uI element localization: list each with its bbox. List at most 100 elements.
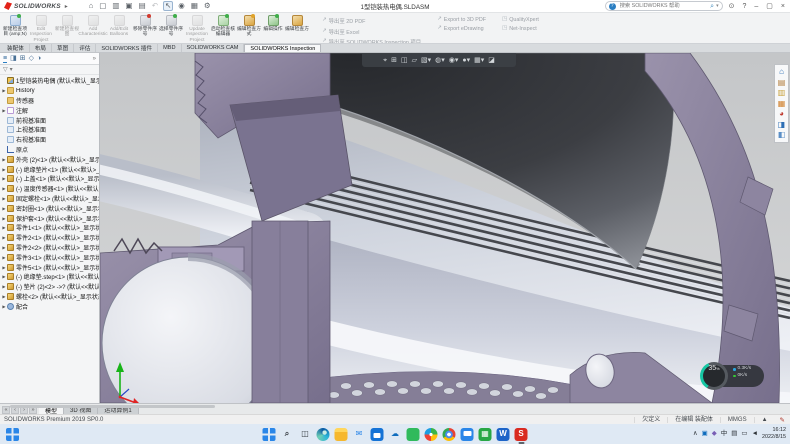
dimxpertmanager-tab[interactable]: ◇: [29, 55, 34, 63]
edit-appearance-icon[interactable]: ●▾: [462, 57, 470, 64]
launch-inspection-editor-button[interactable]: 启动检查核编辑器: [210, 15, 236, 43]
zoom-fit-icon[interactable]: ⌖: [383, 57, 387, 64]
tree-item[interactable]: ▶ 螺栓<2> (默认<<默认>_显示状态: [1, 292, 99, 302]
update-inspection-project-button[interactable]: Update Inspection Project: [184, 15, 210, 43]
forum-icon[interactable]: ◧: [778, 131, 786, 139]
select-balloons-button[interactable]: 选择零件序号: [158, 15, 184, 43]
widgets-button[interactable]: [6, 428, 19, 441]
tree-item[interactable]: ▶ 零件3<1> (默认<<默认>_显示状态: [1, 252, 99, 262]
edit-inspection-project-button[interactable]: Edit Inspection Project: [28, 15, 54, 43]
graphics-viewport[interactable]: ⌖⊞◫▱▧▾◍▾◉▾●▾▦▾◪ ⌂▤▥▦◕◨◧ 35% 0.3K/s 0K/s: [100, 53, 790, 403]
tree-item[interactable]: 右视基准面: [1, 135, 99, 145]
export-item[interactable]: ↗Export to 3D PDF: [437, 17, 486, 23]
print-icon[interactable]: ▤: [138, 2, 147, 10]
select-icon[interactable]: ↖: [163, 1, 173, 11]
appearances-icon[interactable]: ◕: [779, 110, 784, 118]
tree-item[interactable]: ▶ 固定螺栓<1> (默认<<默认>_显示状: [1, 194, 99, 204]
mail-app[interactable]: ✉: [353, 428, 366, 441]
edge-browser[interactable]: [317, 428, 330, 441]
monitor-tray-icon[interactable]: ▭: [741, 431, 747, 438]
file-explorer[interactable]: [335, 428, 348, 441]
microsoft-store[interactable]: [371, 428, 384, 441]
tree-item[interactable]: ▶ (-) 上盖<1> (默认<<默认>_显示状态: [1, 174, 99, 184]
start-button[interactable]: [263, 428, 276, 441]
user-icon[interactable]: ⊙: [727, 3, 737, 10]
keyboard-tray-icon[interactable]: ▤: [731, 431, 737, 438]
panel-tabs-overflow-icon[interactable]: »: [93, 56, 96, 62]
filter-funnel-icon[interactable]: ▽: [3, 66, 8, 73]
edit-inspection-side-button[interactable]: 编辑检查方: [284, 15, 310, 43]
featuremanager-tab[interactable]: ≡: [3, 55, 7, 63]
view-settings-icon[interactable]: ◪: [488, 57, 495, 64]
restore-icon[interactable]: ▢: [764, 3, 775, 10]
close-icon[interactable]: ×: [779, 3, 787, 10]
design-library-icon[interactable]: ▤: [778, 79, 786, 87]
tree-item[interactable]: 上视基准面: [1, 125, 99, 135]
export-item[interactable]: ◳Net-Inspect: [502, 26, 539, 32]
tree-item[interactable]: ▶ (-) 绝缘垫片<1> (默认<<默认>_显示: [1, 164, 99, 174]
export-item[interactable]: ◳QualityXpert: [502, 17, 539, 23]
tree-item[interactable]: ▶ 零件2<2> (默认<<默认>_显示状态: [1, 243, 99, 253]
monitor-app[interactable]: [461, 428, 474, 441]
display-style-icon[interactable]: ◍▾: [435, 57, 445, 64]
menu-flyout-arrow[interactable]: ▸: [65, 3, 68, 10]
taskbar-clock[interactable]: 16:12 2022/8/15: [762, 427, 786, 441]
onedrive-app[interactable]: ☁: [389, 428, 402, 441]
tab-scroll-first[interactable]: «: [2, 406, 10, 414]
performance-gauge-widget[interactable]: 35% 0.3K/s 0K/s: [700, 362, 764, 390]
displaymanager-tab[interactable]: ◑: [37, 55, 41, 63]
tree-item[interactable]: ▶ 配合: [1, 301, 99, 311]
horizontal-scrollbar[interactable]: [10, 405, 215, 408]
propertymanager-tab[interactable]: ◨: [10, 55, 17, 63]
pencil-icon[interactable]: ✎: [775, 416, 790, 424]
tree-item[interactable]: ▶ (-) 温度传感器<1> (默认<<默认>_显: [1, 184, 99, 194]
remove-balloons-button[interactable]: 移除零件序号: [132, 15, 158, 43]
export-item[interactable]: ↗导出至 2D PDF: [322, 17, 421, 25]
section-view-icon[interactable]: ◫: [401, 57, 408, 64]
tree-item[interactable]: 前视基准面: [1, 115, 99, 125]
add-characteristic-button[interactable]: Add Characteristic: [80, 15, 106, 43]
minimize-icon[interactable]: –: [752, 3, 760, 10]
export-item[interactable]: ↗Export eDrawing: [437, 26, 486, 32]
undo-icon[interactable]: ↶: [151, 2, 159, 10]
tree-item[interactable]: ▶ 零件2<1> (默认<<默认>_显示状态: [1, 233, 99, 243]
edit-operation-button[interactable]: 编辑操作: [262, 15, 284, 43]
chrome-browser[interactable]: [443, 428, 456, 441]
ribbon-tab[interactable]: SOLIDWORKS 插件: [96, 44, 158, 52]
ribbon-tab[interactable]: SOLIDWORKS CAM: [182, 44, 245, 52]
new-inspection-project-button[interactable]: 新建检查项目 (amp;N): [2, 15, 28, 43]
tree-item[interactable]: ▶ (-) 绝缘垫.step<1> (默认<<默认>_: [1, 272, 99, 282]
help-icon[interactable]: ?: [740, 3, 748, 10]
ime-mode-icon[interactable]: 中: [721, 431, 728, 438]
word-app[interactable]: W: [497, 428, 510, 441]
view-orientation-icon[interactable]: ▧▾: [421, 57, 431, 64]
zoom-area-icon[interactable]: ⊞: [391, 57, 397, 64]
pinwheel-app[interactable]: [425, 428, 438, 441]
add-edit-balloons-button[interactable]: Add/Edit Balloons: [106, 15, 132, 43]
open-icon[interactable]: ▥: [111, 2, 120, 10]
tree-item[interactable]: ▶ 零件1<1> (默认<<默认>_显示状态: [1, 223, 99, 233]
tree-item[interactable]: ▶ History: [1, 86, 99, 96]
tree-item[interactable]: ▶ 注解: [1, 105, 99, 115]
home-tab-icon[interactable]: ⌂: [779, 68, 784, 76]
ribbon-tab[interactable]: 布局: [30, 44, 52, 52]
ribbon-tab[interactable]: MBD: [158, 44, 181, 52]
tree-item[interactable]: 1型铠装热电偶 (默认<默认_显示状态-1: [1, 76, 99, 86]
search-button[interactable]: ⌕: [281, 428, 294, 441]
help-search-box[interactable]: ? ⌕ ▾: [605, 1, 723, 11]
hide-show-items-icon[interactable]: ◉▾: [449, 57, 459, 64]
new-inspection-view-button[interactable]: 新建检查视图: [54, 15, 80, 43]
new-document-icon[interactable]: ▢: [98, 2, 107, 10]
tree-item[interactable]: ▶ 零件5<1> (默认<<默认>_显示状态: [1, 262, 99, 272]
defender-tray-icon[interactable]: ◆: [712, 431, 717, 438]
ribbon-tab[interactable]: 评估: [74, 44, 96, 52]
hidden-icons-chevron[interactable]: ∧: [693, 431, 698, 438]
ribbon-tab[interactable]: 草图: [52, 44, 74, 52]
search-caret-icon[interactable]: ▾: [716, 3, 719, 9]
search-icon[interactable]: ⌕: [710, 3, 714, 10]
volume-icon[interactable]: ◄: [752, 431, 758, 438]
home-icon[interactable]: ⌂: [88, 2, 95, 10]
tree-item[interactable]: ▶ 保护套<1> (默认<<默认>_显示状态: [1, 213, 99, 223]
wps-sheet-app[interactable]: ▦: [479, 428, 492, 441]
view-palette-icon[interactable]: ▦: [778, 100, 786, 108]
